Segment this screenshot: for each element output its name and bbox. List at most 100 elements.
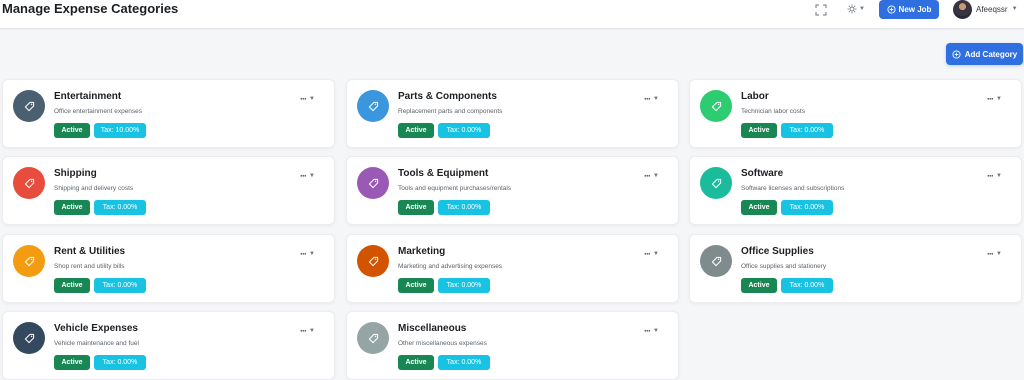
category-icon-circle (357, 245, 389, 277)
category-actions-menu[interactable]: ··· ▼ (644, 171, 664, 181)
theme-toggle-button[interactable]: ▼ (847, 2, 869, 16)
chevron-down-icon: ▼ (996, 96, 1002, 102)
tag-icon (24, 256, 34, 266)
status-badge: Active (741, 123, 777, 138)
chevron-down-icon: ▼ (996, 251, 1002, 257)
category-name: Software (741, 168, 784, 179)
category-card: Shipping Shipping and delivery costs Act… (2, 156, 335, 225)
tax-badge: Tax: 0.00% (781, 278, 833, 293)
tax-badge: Tax: 0.00% (94, 278, 146, 293)
category-name: Tools & Equipment (398, 168, 489, 179)
more-horizontal-icon: ··· (300, 94, 307, 104)
user-name: Afeeqssr (976, 4, 1008, 14)
page-title: Manage Expense Categories (2, 1, 179, 16)
category-name: Rent & Utilities (54, 246, 126, 257)
tax-badge: Tax: 0.00% (94, 355, 146, 370)
new-job-button[interactable]: New Job (879, 0, 939, 19)
fullscreen-button[interactable] (814, 3, 828, 16)
tag-icon (711, 256, 721, 266)
category-icon-circle (357, 90, 389, 122)
status-badge: Active (398, 355, 434, 370)
category-actions-menu[interactable]: ··· ▼ (300, 249, 320, 259)
tag-icon (368, 101, 378, 111)
top-navbar: Manage Expense Categories ▼ New Job Afee… (0, 0, 1024, 29)
tag-icon (368, 333, 378, 343)
category-actions-menu[interactable]: ··· ▼ (644, 94, 664, 104)
plus-circle-icon (952, 49, 961, 59)
tag-icon (368, 178, 378, 188)
category-card: Parts & Components Replacement parts and… (346, 79, 679, 148)
category-description: Vehicle maintenance and fuel (54, 340, 139, 347)
tag-icon (711, 178, 721, 188)
chevron-down-icon: ▼ (996, 173, 1002, 179)
category-icon-circle (13, 167, 45, 199)
category-card: Vehicle Expenses Vehicle maintenance and… (2, 311, 335, 380)
plus-circle-icon (886, 5, 896, 14)
category-icon-circle (700, 245, 732, 277)
status-badge: Active (54, 123, 90, 138)
status-badge: Active (398, 278, 434, 293)
tag-icon (24, 178, 34, 188)
category-name: Shipping (54, 168, 97, 179)
category-icon-circle (700, 167, 732, 199)
user-menu[interactable]: Afeeqssr ▼ (953, 0, 1018, 19)
category-actions-menu[interactable]: ··· ▼ (300, 326, 320, 336)
tax-badge: Tax: 0.00% (94, 200, 146, 215)
tax-badge: Tax: 0.00% (438, 123, 490, 138)
category-actions-menu[interactable]: ··· ▼ (300, 171, 320, 181)
category-description: Shipping and delivery costs (54, 185, 134, 192)
chevron-down-icon: ▼ (1011, 6, 1018, 12)
add-category-button[interactable]: Add Category (946, 43, 1023, 65)
status-badge: Active (741, 200, 777, 215)
category-actions-menu[interactable]: ··· ▼ (300, 94, 320, 104)
category-description: Technician labor costs (741, 108, 805, 115)
category-icon-circle (357, 167, 389, 199)
chevron-down-icon: ▼ (653, 96, 659, 102)
chevron-down-icon: ▼ (309, 173, 315, 179)
category-actions-menu[interactable]: ··· ▼ (644, 326, 664, 336)
tax-badge: Tax: 0.00% (781, 200, 833, 215)
tag-icon (368, 256, 378, 266)
category-description: Other miscellaneous expenses (398, 340, 487, 347)
chevron-down-icon: ▼ (309, 328, 315, 334)
category-actions-menu[interactable]: ··· ▼ (987, 249, 1007, 259)
sun-icon (847, 4, 857, 14)
chevron-down-icon: ▼ (859, 6, 865, 12)
avatar (953, 0, 972, 19)
category-name: Parts & Components (398, 91, 497, 102)
category-name: Marketing (398, 246, 446, 257)
more-horizontal-icon: ··· (300, 171, 307, 181)
category-icon-circle (13, 322, 45, 354)
more-horizontal-icon: ··· (987, 171, 994, 181)
category-description: Marketing and advertising expenses (398, 263, 503, 270)
tax-badge: Tax: 0.00% (438, 200, 490, 215)
more-horizontal-icon: ··· (644, 326, 651, 336)
status-badge: Active (398, 123, 434, 138)
status-badge: Active (54, 355, 90, 370)
tag-icon (24, 101, 34, 111)
category-actions-menu[interactable]: ··· ▼ (987, 94, 1007, 104)
more-horizontal-icon: ··· (987, 249, 994, 259)
category-actions-menu[interactable]: ··· ▼ (644, 249, 664, 259)
tax-badge: Tax: 0.00% (438, 278, 490, 293)
category-icon-circle (13, 90, 45, 122)
category-card: Office Supplies Office supplies and stat… (689, 234, 1022, 303)
category-description: Office supplies and stationery (741, 263, 827, 270)
fullscreen-icon (815, 4, 827, 16)
new-job-label: New Job (898, 5, 932, 14)
category-description: Office entertainment expenses (54, 108, 143, 115)
category-card: Entertainment Office entertainment expen… (2, 79, 335, 148)
category-name: Miscellaneous (398, 323, 467, 334)
category-actions-menu[interactable]: ··· ▼ (987, 171, 1007, 181)
status-badge: Active (54, 278, 90, 293)
status-badge: Active (398, 200, 434, 215)
category-description: Shop rent and utility bills (54, 263, 125, 270)
category-card: Rent & Utilities Shop rent and utility b… (2, 234, 335, 303)
category-card: Marketing Marketing and advertising expe… (346, 234, 679, 303)
category-icon-circle (13, 245, 45, 277)
category-card: Tools & Equipment Tools and equipment pu… (346, 156, 679, 225)
category-name: Labor (741, 91, 769, 102)
more-horizontal-icon: ··· (644, 249, 651, 259)
more-horizontal-icon: ··· (300, 249, 307, 259)
category-description: Replacement parts and components (398, 108, 503, 115)
